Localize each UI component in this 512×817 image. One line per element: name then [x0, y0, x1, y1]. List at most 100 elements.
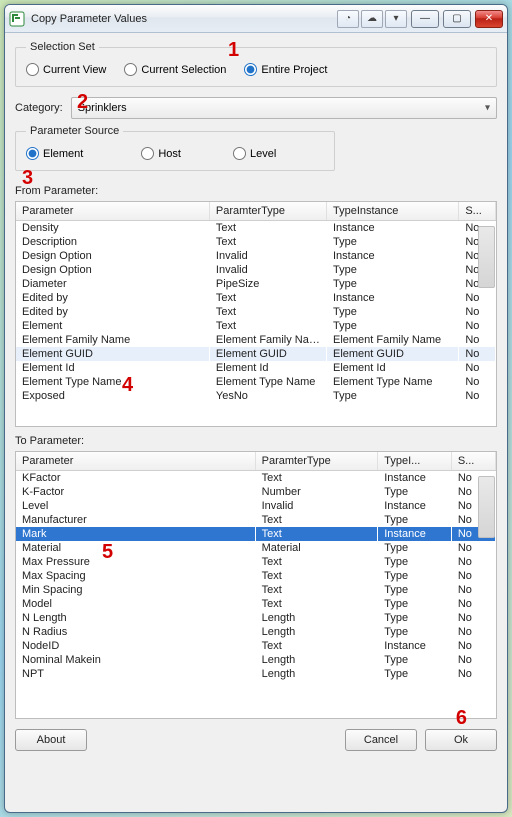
- cell: Type: [326, 277, 458, 291]
- cell: Element Family Name: [16, 333, 209, 347]
- table-row[interactable]: N LengthLengthTypeNo: [16, 611, 496, 625]
- cell: Instance: [326, 221, 458, 236]
- app-icon: [9, 11, 25, 27]
- to-col-typeinstance[interactable]: TypeI...: [378, 452, 452, 471]
- table-row[interactable]: Nominal MakeinLengthTypeNo: [16, 653, 496, 667]
- cell: Invalid: [209, 249, 326, 263]
- cell: Text: [255, 527, 378, 541]
- table-row[interactable]: ExposedYesNoTypeNo: [16, 389, 496, 403]
- radio-level-label: Level: [250, 148, 276, 160]
- table-row[interactable]: LevelInvalidInstanceNo: [16, 499, 496, 513]
- cell: Diameter: [16, 277, 209, 291]
- cell: Instance: [378, 499, 452, 513]
- table-row[interactable]: ModelTextTypeNo: [16, 597, 496, 611]
- cell: Element: [16, 319, 209, 333]
- cell: Mark: [16, 527, 255, 541]
- close-button[interactable]: ✕: [475, 10, 503, 28]
- window-controls: ◔ ☁ ▾ — ▢ ✕: [337, 10, 503, 28]
- from-col-typeinstance[interactable]: TypeInstance: [326, 202, 458, 221]
- to-col-parameter[interactable]: Parameter: [16, 452, 255, 471]
- table-row[interactable]: Design OptionInvalidTypeNo: [16, 263, 496, 277]
- table-row[interactable]: NodeIDTextInstanceNo: [16, 639, 496, 653]
- from-col-paramtype[interactable]: ParamterType: [209, 202, 326, 221]
- cell: Element Id: [209, 361, 326, 375]
- cell: Element Id: [16, 361, 209, 375]
- radio-host[interactable]: Host: [141, 147, 181, 160]
- cell: KFactor: [16, 471, 255, 486]
- cell: No: [451, 499, 495, 513]
- cell: Type: [378, 611, 452, 625]
- table-row[interactable]: ManufacturerTextTypeNo: [16, 513, 496, 527]
- cell: Element Type Name: [326, 375, 458, 389]
- cell: Exposed: [16, 389, 209, 403]
- cell: No: [451, 625, 495, 639]
- cancel-button[interactable]: Cancel: [345, 729, 417, 751]
- table-row[interactable]: KFactorTextInstanceNo: [16, 471, 496, 486]
- cell: Type: [378, 625, 452, 639]
- to-parameter-label: To Parameter:: [15, 435, 497, 447]
- from-parameter-table[interactable]: Parameter ParamterType TypeInstance S...…: [15, 201, 497, 427]
- table-row[interactable]: Min SpacingTextTypeNo: [16, 583, 496, 597]
- radio-current-selection[interactable]: Current Selection: [124, 63, 226, 76]
- cell: Type: [378, 541, 452, 555]
- cell: Element Family Name: [209, 333, 326, 347]
- cell: No: [459, 291, 496, 305]
- cell: No: [459, 333, 496, 347]
- about-button[interactable]: About: [15, 729, 87, 751]
- cell: Instance: [378, 471, 452, 486]
- radio-level[interactable]: Level: [233, 147, 276, 160]
- to-col-s[interactable]: S...: [451, 452, 495, 471]
- cell: Design Option: [16, 263, 209, 277]
- category-combo[interactable]: Sprinklers: [71, 97, 497, 119]
- table-row[interactable]: Element GUIDElement GUIDElement GUIDNo: [16, 347, 496, 361]
- table-row[interactable]: Edited byTextInstanceNo: [16, 291, 496, 305]
- to-parameter-table[interactable]: Parameter ParamterType TypeI... S... KFa…: [15, 451, 497, 719]
- cell: Text: [209, 305, 326, 319]
- table-row[interactable]: ElementTextTypeNo: [16, 319, 496, 333]
- to-col-paramtype[interactable]: ParamterType: [255, 452, 378, 471]
- titlebar-extra-2-icon[interactable]: ☁: [361, 10, 383, 28]
- cell: Model: [16, 597, 255, 611]
- cell: No: [459, 347, 496, 361]
- titlebar-extra-1-icon[interactable]: ◔: [337, 10, 359, 28]
- selection-set-group: Selection Set Current View Current Selec…: [15, 41, 497, 87]
- cell: Element GUID: [326, 347, 458, 361]
- cell: No: [459, 305, 496, 319]
- cell: No: [451, 513, 495, 527]
- cell: Text: [255, 583, 378, 597]
- cell: No: [459, 263, 496, 277]
- minimize-button[interactable]: —: [411, 10, 439, 28]
- table-row[interactable]: Max PressureTextTypeNo: [16, 555, 496, 569]
- table-row[interactable]: Element Type NameElement Type NameElemen…: [16, 375, 496, 389]
- table-row[interactable]: Element Family NameElement Family NameEl…: [16, 333, 496, 347]
- cell: Type: [326, 389, 458, 403]
- maximize-button[interactable]: ▢: [443, 10, 471, 28]
- table-row[interactable]: NPTLengthTypeNo: [16, 667, 496, 681]
- ok-button[interactable]: Ok: [425, 729, 497, 751]
- table-row[interactable]: DensityTextInstanceNo: [16, 221, 496, 236]
- from-col-parameter[interactable]: Parameter: [16, 202, 209, 221]
- table-row[interactable]: DescriptionTextTypeNo: [16, 235, 496, 249]
- table-row[interactable]: MarkTextInstanceNo: [16, 527, 496, 541]
- cell: N Radius: [16, 625, 255, 639]
- radio-entire-project[interactable]: Entire Project: [244, 63, 327, 76]
- radio-element[interactable]: Element: [26, 147, 83, 160]
- table-row[interactable]: N RadiusLengthTypeNo: [16, 625, 496, 639]
- title-bar[interactable]: Copy Parameter Values ◔ ☁ ▾ — ▢ ✕: [5, 5, 507, 33]
- table-row[interactable]: Element IdElement IdElement IdNo: [16, 361, 496, 375]
- table-row[interactable]: Edited byTextTypeNo: [16, 305, 496, 319]
- titlebar-dropdown-icon[interactable]: ▾: [385, 10, 407, 28]
- cell: No: [459, 221, 496, 236]
- table-row[interactable]: MaterialMaterialTypeNo: [16, 541, 496, 555]
- table-row[interactable]: K-FactorNumberTypeNo: [16, 485, 496, 499]
- table-row[interactable]: Design OptionInvalidInstanceNo: [16, 249, 496, 263]
- radio-current-view[interactable]: Current View: [26, 63, 106, 76]
- from-col-s[interactable]: S...: [459, 202, 496, 221]
- cell: Type: [326, 235, 458, 249]
- category-row: Category: 2 Sprinklers: [15, 97, 497, 119]
- radio-entire-project-label: Entire Project: [261, 64, 327, 76]
- cell: Text: [209, 291, 326, 305]
- table-row[interactable]: DiameterPipeSizeTypeNo: [16, 277, 496, 291]
- cell: Type: [378, 583, 452, 597]
- table-row[interactable]: Max SpacingTextTypeNo: [16, 569, 496, 583]
